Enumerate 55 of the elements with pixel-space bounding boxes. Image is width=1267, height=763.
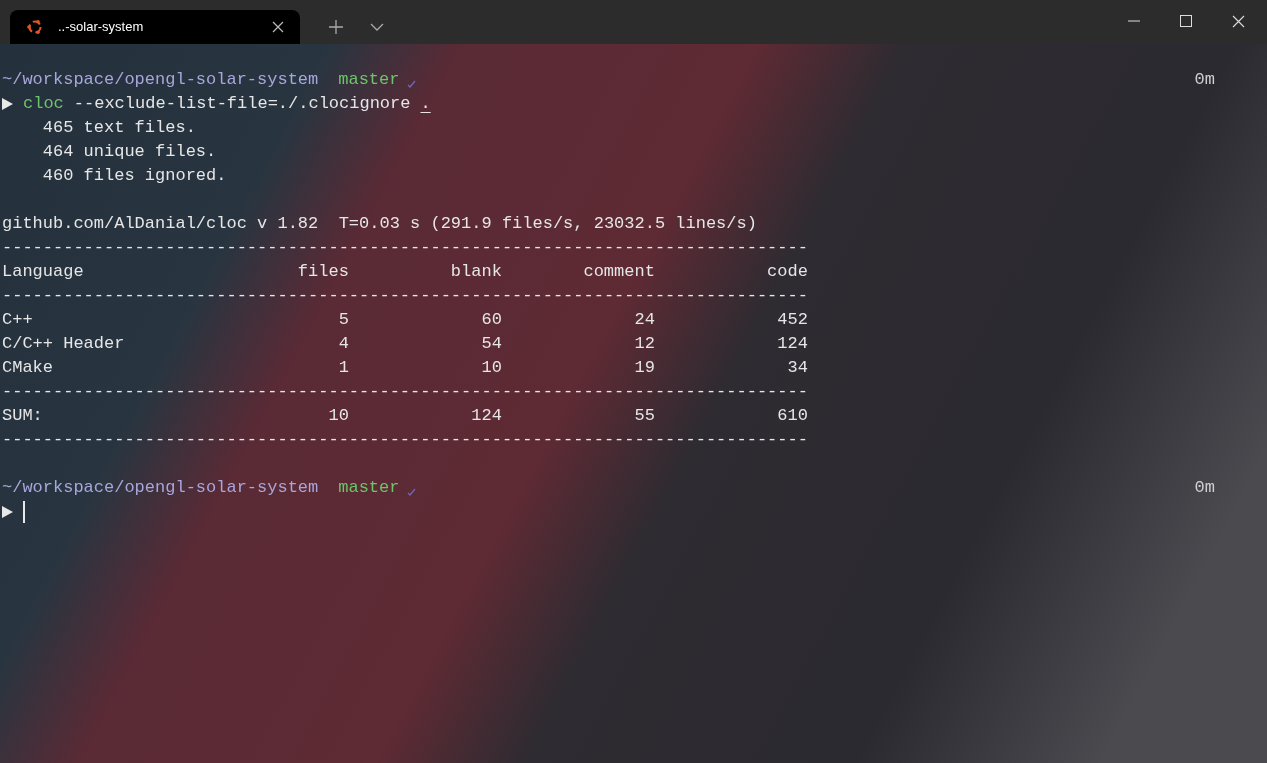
tab-title: ..-solar-system [58,18,144,37]
dropdown-chevron-icon[interactable] [370,23,384,31]
table-cell-text: 10 [328,405,349,427]
table-cell-text: 124 [777,333,808,355]
table-cell-text: 12 [634,333,655,355]
terminal-tab[interactable]: ..-solar-system [10,10,300,44]
table-cell-text: 54 [481,333,502,355]
output-line: github.com/AlDanial/cloc v 1.82 T=0.03 s (291.9 files/s, 23032.5 lines/s) [2,213,757,235]
maximize-icon[interactable] [1180,15,1192,27]
close-window-icon[interactable] [1232,14,1245,28]
table-cell-text: files [297,261,349,283]
ubuntu-logo-icon [26,18,44,36]
table-cell-text: blank [450,261,502,283]
dashed-rule: ------------------------------------------------------------------------------- [2,429,808,451]
text-cursor [23,501,25,523]
command-arguments: --exclude-list-file=./.clocignore [73,93,411,115]
directory-path: ~/workspace/opengl-solar-system [2,477,319,499]
table-cell-text: comment [583,261,655,283]
table-cell-text: 124 [471,405,502,427]
directory-path: ~/workspace/opengl-solar-system [2,69,319,91]
table-cell-text: 34 [787,357,808,379]
prompt-arrow-icon [2,506,13,518]
check-icon [407,488,417,496]
table-cell-text: SUM: [2,405,44,427]
table-cell-text: Language [2,261,85,283]
table-cell-text: 452 [777,309,808,331]
output-line: 465 text files. [41,117,196,139]
new-tab-icon[interactable] [328,19,344,35]
prompt-arrow-icon [2,98,13,110]
dashed-rule: ------------------------------------------------------------------------------- [2,237,808,259]
command-duration: 0m [1194,477,1215,499]
table-cell-text: 10 [481,357,502,379]
table-cell-text: code [767,261,808,283]
dashed-rule: ------------------------------------------------------------------------------- [2,381,808,403]
command-duration: 0m [1194,69,1215,91]
output-line: 464 unique files. [41,141,217,163]
table-cell-text: 5 [338,309,349,331]
table-cell-text: 24 [634,309,655,331]
output-line: 460 files ignored. [41,165,227,187]
check-icon [407,80,417,88]
table-cell-text: 60 [481,309,502,331]
command-target: . [420,93,431,115]
table-cell-text: 1 [338,357,349,379]
table-cell-text: C++ [2,309,34,331]
table-cell-text: 4 [338,333,349,355]
git-branch: master [338,69,400,91]
table-cell-text: 55 [634,405,655,427]
dashed-rule: ------------------------------------------------------------------------------- [2,285,808,307]
git-branch: master [338,477,400,499]
table-cell-text: CMake [2,357,54,379]
table-cell-text: C/C++ Header [2,333,126,355]
table-cell-text: 610 [777,405,808,427]
table-cell-text: 19 [634,357,655,379]
close-tab-icon[interactable] [272,21,284,33]
command-name: cloc [23,93,64,115]
